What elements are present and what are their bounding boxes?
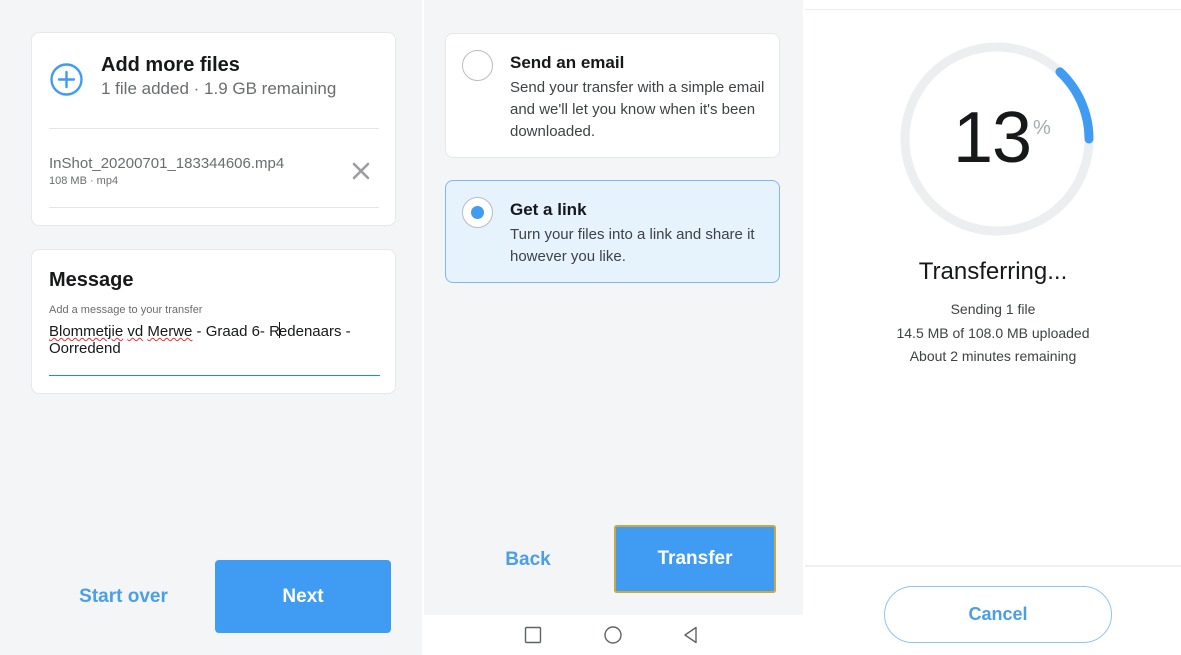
transfer-status-title: Transferring... — [918, 258, 1068, 285]
divider — [49, 128, 379, 129]
files-remaining-text: 1 file added · 1.9 GB remaining — [101, 79, 337, 98]
get-link-radio[interactable] — [462, 197, 493, 228]
misspelled-word: Blommetjie — [49, 323, 124, 340]
upload-panel: Add more files 1 file added · 1.9 GB rem… — [0, 0, 424, 655]
upload-progress-text: 14.5 MB of 108.0 MB uploaded — [896, 325, 1090, 341]
misspelled-word: Merwe — [147, 323, 193, 340]
option-title: Get a link — [510, 200, 587, 219]
option-description: Send your transfer with a simple email a… — [510, 79, 765, 140]
message-card: Message Add a message to your transfer B… — [31, 249, 396, 394]
back-triangle-icon[interactable] — [681, 625, 701, 645]
time-remaining-text: About 2 minutes remaining — [909, 348, 1077, 364]
option-title: Send an email — [510, 53, 625, 72]
start-over-button[interactable]: Start over — [56, 584, 191, 610]
send-email-option[interactable]: Send an email Send your transfer with a … — [445, 33, 780, 158]
recents-square-icon[interactable] — [523, 625, 543, 645]
divider — [805, 9, 1181, 10]
message-text: - Graad 6- R — [192, 323, 280, 340]
progress-panel: 13 % Transferring... Sending 1 file 14.5… — [805, 0, 1181, 655]
message-input[interactable]: Blommetjie vd Merwe - Graad 6- Redenaars… — [49, 322, 380, 376]
next-button[interactable]: Next — [215, 560, 391, 633]
divider — [805, 565, 1181, 567]
remove-file-close-icon[interactable] — [349, 159, 373, 183]
percent-symbol: % — [1033, 117, 1051, 139]
android-nav-bar — [424, 615, 805, 655]
back-button[interactable]: Back — [498, 547, 558, 573]
option-description: Turn your files into a link and share it… — [510, 226, 755, 265]
message-hint: Add a message to your transfer — [49, 304, 203, 316]
file-meta: 108 MB · mp4 — [49, 175, 119, 187]
divider — [49, 207, 379, 208]
sending-count-text: Sending 1 file — [950, 301, 1036, 317]
progress-percent: 13 % — [805, 97, 1181, 178]
add-files-card[interactable]: Add more files 1 file added · 1.9 GB rem… — [31, 32, 396, 226]
home-circle-icon[interactable] — [603, 625, 623, 645]
add-files-title[interactable]: Add more files — [101, 54, 240, 77]
percent-value: 13 — [953, 98, 1032, 178]
message-title: Message — [49, 269, 134, 291]
send-email-radio[interactable] — [462, 50, 493, 81]
delivery-panel: Send an email Send your transfer with a … — [424, 0, 805, 655]
file-name: InShot_20200701_183344606.mp4 — [49, 155, 285, 172]
get-link-option[interactable]: Get a link Turn your files into a link a… — [445, 180, 780, 283]
transfer-button[interactable]: Transfer — [614, 525, 776, 593]
plus-circle-icon[interactable] — [50, 63, 83, 96]
misspelled-word: vd — [127, 323, 144, 340]
cancel-button[interactable]: Cancel — [884, 586, 1112, 643]
